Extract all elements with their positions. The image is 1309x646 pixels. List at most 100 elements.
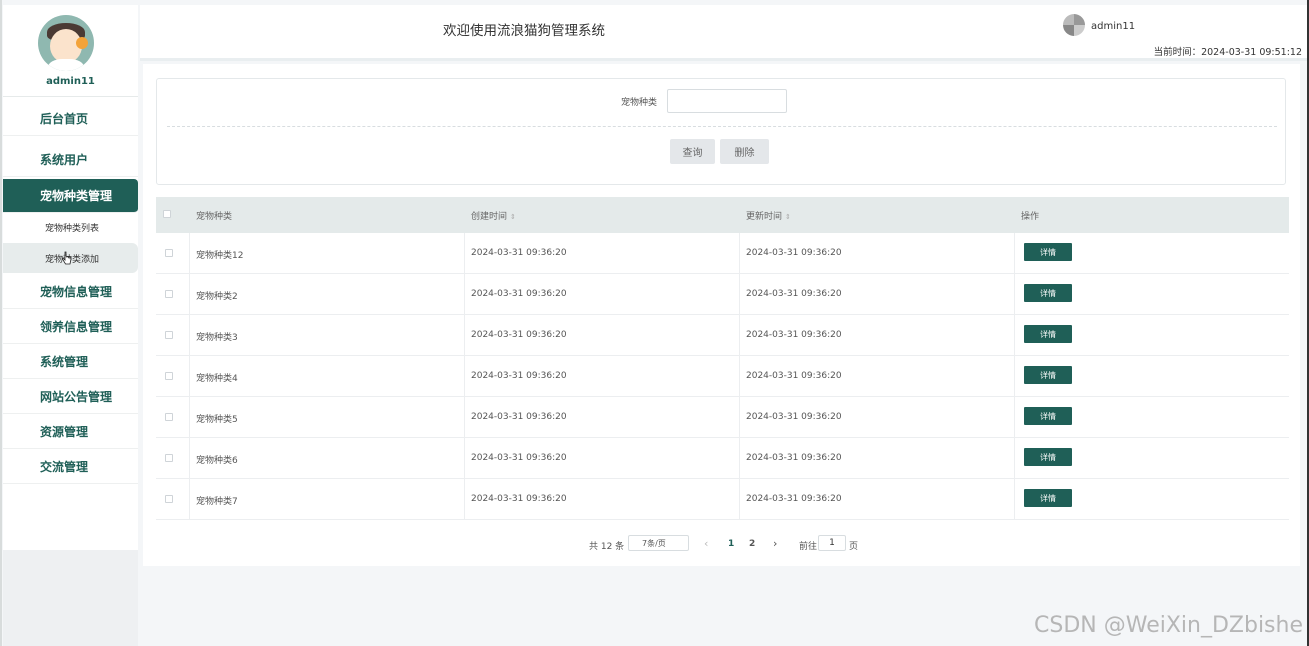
avatar-badge-icon <box>76 37 88 49</box>
delete-button[interactable]: 删除 <box>720 139 769 164</box>
watermark: CSDN @WeiXin_DZbishe <box>1034 613 1303 638</box>
cell-created: 2024-03-31 09:36:20 <box>471 453 567 463</box>
sidebar-item-label: 后台首页 <box>40 112 89 126</box>
row-checkbox[interactable] <box>165 495 173 503</box>
cell-updated: 2024-03-31 09:36:20 <box>746 494 842 504</box>
cell-type: 宠物种类4 <box>196 374 238 384</box>
sidebar-item-dashboard[interactable]: 后台首页 <box>3 102 138 136</box>
sidebar-item-label: 宠物种类管理 <box>40 189 113 203</box>
current-time: 当前时间：2024-03-31 09:51:12 <box>1154 44 1302 58</box>
cell-type: 宠物种类5 <box>196 415 238 425</box>
sidebar-item-adoption-info[interactable]: 领养信息管理 <box>3 310 138 344</box>
cell-type: 宠物种类2 <box>196 292 238 302</box>
column-header-type: 宠物种类 <box>196 212 233 222</box>
detail-button[interactable]: 详情 <box>1024 284 1072 302</box>
detail-button[interactable]: 详情 <box>1024 243 1072 261</box>
sidebar-item-label: 资源管理 <box>40 425 89 439</box>
detail-button[interactable]: 详情 <box>1024 407 1072 425</box>
row-checkbox[interactable] <box>165 290 173 298</box>
cell-type: 宠物种类6 <box>196 456 238 466</box>
goto-label: 前往 <box>799 542 818 552</box>
cell-updated: 2024-03-31 09:36:20 <box>746 289 842 299</box>
table-header: 宠物种类 创建时间 ⇕ 更新时间 ⇕ 操作 <box>156 197 1289 233</box>
time-label: 当前时间： <box>1153 47 1202 58</box>
cell-created: 2024-03-31 09:36:20 <box>471 412 567 422</box>
cell-type: 宠物种类12 <box>196 251 244 261</box>
page-number-2[interactable]: 2 <box>749 539 755 549</box>
time-value: 2024-03-31 09:51:12 <box>1201 47 1302 58</box>
detail-button[interactable]: 详情 <box>1024 366 1072 384</box>
sidebar-user-name: admin11 <box>46 76 95 87</box>
table-row: 宠物种类12 2024-03-31 09:36:20 2024-03-31 09… <box>156 233 1289 274</box>
sidebar-item-label: 领养信息管理 <box>40 320 113 334</box>
page-number-1[interactable]: 1 <box>728 539 734 549</box>
cell-updated: 2024-03-31 09:36:20 <box>746 412 842 422</box>
detail-button[interactable]: 详情 <box>1024 325 1072 343</box>
sidebar-item-resources[interactable]: 资源管理 <box>3 415 138 449</box>
prev-page-icon[interactable]: ‹ <box>704 537 708 550</box>
column-header-updated[interactable]: 更新时间 ⇕ <box>746 209 791 222</box>
table-row: 宠物种类6 2024-03-31 09:36:20 2024-03-31 09:… <box>156 438 1289 479</box>
cell-updated: 2024-03-31 09:36:20 <box>746 453 842 463</box>
row-checkbox[interactable] <box>165 413 173 421</box>
sidebar-item-announcements[interactable]: 网站公告管理 <box>3 380 138 414</box>
cell-updated: 2024-03-31 09:36:20 <box>746 330 842 340</box>
top-header: 欢迎使用流浪猫狗管理系统 admin11 当前时间：2024-03-31 09:… <box>140 5 1309 61</box>
page-size-select[interactable]: 7条/页 <box>628 535 689 551</box>
goto-page-input[interactable]: 1 <box>818 535 846 551</box>
row-checkbox[interactable] <box>165 372 173 380</box>
cell-updated: 2024-03-31 09:36:20 <box>746 248 842 258</box>
sidebar-item-pet-info[interactable]: 宠物信息管理 <box>3 275 138 309</box>
avatar[interactable] <box>38 15 94 71</box>
goto-unit: 页 <box>849 542 859 552</box>
submenu-item-pet-category-add[interactable]: 宠物种类添加 <box>3 243 138 273</box>
table-row: 宠物种类2 2024-03-31 09:36:20 2024-03-31 09:… <box>156 274 1289 315</box>
sidebar-item-system-users[interactable]: 系统用户 <box>3 143 138 177</box>
cell-updated: 2024-03-31 09:36:20 <box>746 371 842 381</box>
cell-type: 宠物种类7 <box>196 497 238 507</box>
main-panel: 宠物种类 查询 删除 宠物种类 创建时间 ⇕ 更新时间 ⇕ 操作 宠物种类12 20… <box>143 64 1300 566</box>
cell-created: 2024-03-31 09:36:20 <box>471 494 567 504</box>
sidebar-item-label: 交流管理 <box>40 460 89 474</box>
column-header-created[interactable]: 创建时间 ⇕ <box>471 209 516 222</box>
cell-created: 2024-03-31 09:36:20 <box>471 248 567 258</box>
sidebar-item-label: 宠物信息管理 <box>40 285 113 299</box>
select-all-checkbox[interactable] <box>163 210 171 218</box>
column-header-actions: 操作 <box>1021 212 1040 222</box>
sidebar-item-system-management[interactable]: 系统管理 <box>3 345 138 379</box>
detail-button[interactable]: 详情 <box>1024 448 1072 466</box>
table-row: 宠物种类3 2024-03-31 09:36:20 2024-03-31 09:… <box>156 315 1289 356</box>
cell-created: 2024-03-31 09:36:20 <box>471 371 567 381</box>
sidebar-item-communication[interactable]: 交流管理 <box>3 450 138 484</box>
submenu-item-label: 宠物种类添加 <box>45 254 100 265</box>
pagination: 共 12 条 7条/页 ‹ 1 2 › 前往 1 页 <box>143 535 1300 555</box>
column-header-label: 更新时间 <box>746 212 783 222</box>
cell-type: 宠物种类3 <box>196 333 238 343</box>
search-input[interactable] <box>667 89 787 113</box>
row-checkbox[interactable] <box>165 331 173 339</box>
table-row: 宠物种类7 2024-03-31 09:36:20 2024-03-31 09:… <box>156 479 1289 520</box>
header-user-name[interactable]: admin11 <box>1091 21 1135 32</box>
sidebar-divider <box>3 96 138 97</box>
sort-icon[interactable]: ⇕ <box>510 213 516 221</box>
sidebar-footer <box>3 550 138 646</box>
sidebar: admin11 后台首页 系统用户 宠物种类管理 宠物种类列表 宠物种类添加 宠… <box>3 5 138 550</box>
column-header-label: 创建时间 <box>471 212 508 222</box>
submenu-item-pet-category-list[interactable]: 宠物种类列表 <box>3 212 138 242</box>
detail-button[interactable]: 详情 <box>1024 489 1072 507</box>
row-checkbox[interactable] <box>165 249 173 257</box>
next-page-icon[interactable]: › <box>773 537 777 550</box>
query-button[interactable]: 查询 <box>670 139 715 164</box>
user-avatar-icon[interactable] <box>1063 14 1085 36</box>
search-label: 宠物种类 <box>621 98 658 108</box>
table-row: 宠物种类5 2024-03-31 09:36:20 2024-03-31 09:… <box>156 397 1289 438</box>
sidebar-item-label: 系统用户 <box>40 153 89 167</box>
search-form: 宠物种类 查询 删除 <box>156 78 1286 185</box>
window-left-edge <box>0 0 2 646</box>
sidebar-item-pet-category[interactable]: 宠物种类管理 <box>3 179 138 213</box>
row-checkbox[interactable] <box>165 454 173 462</box>
table-row: 宠物种类4 2024-03-31 09:36:20 2024-03-31 09:… <box>156 356 1289 397</box>
mouse-cursor-icon <box>62 251 72 265</box>
cell-created: 2024-03-31 09:36:20 <box>471 289 567 299</box>
sort-icon[interactable]: ⇕ <box>785 213 791 221</box>
